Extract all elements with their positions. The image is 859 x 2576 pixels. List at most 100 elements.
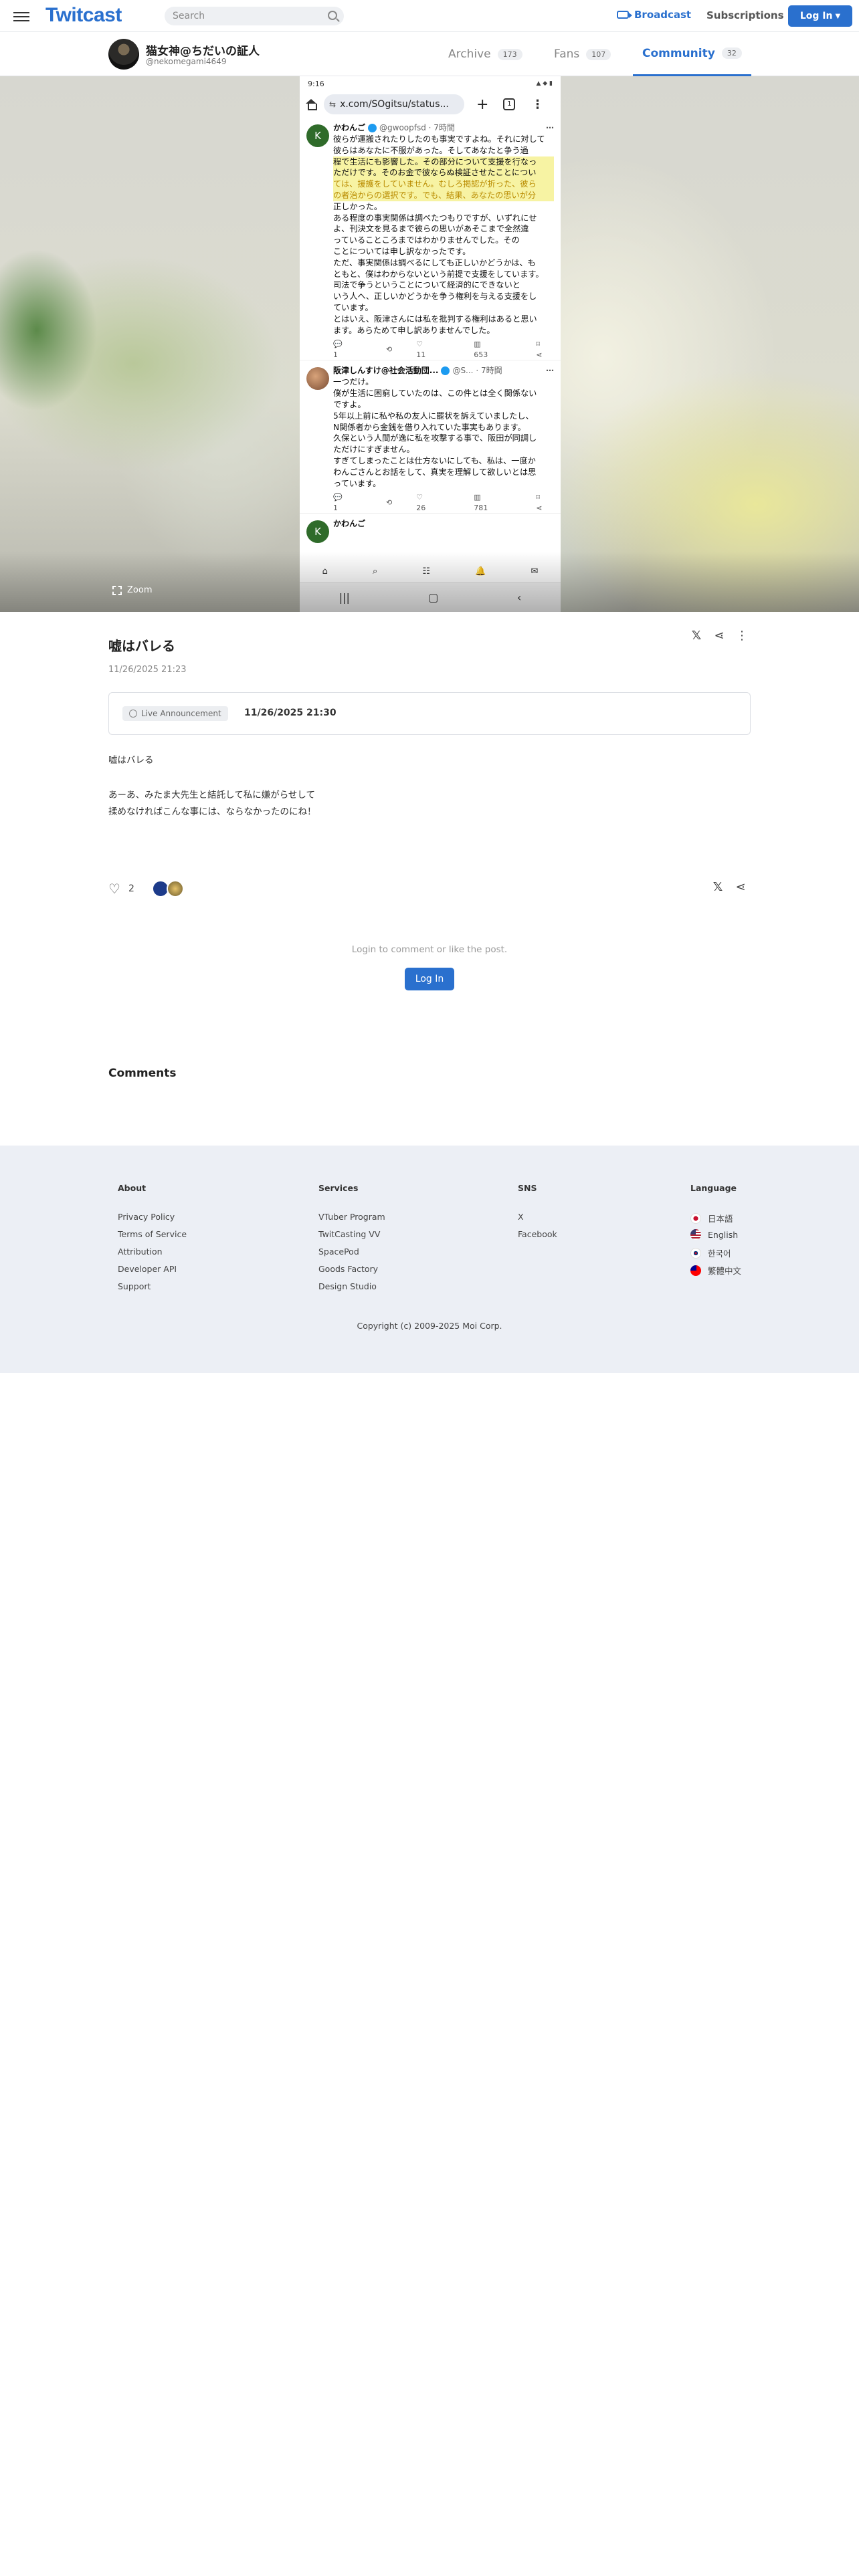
zoom-label: Zoom [127,585,153,595]
heart-icon[interactable]: ♡ [108,881,120,897]
zoom-icon [112,585,122,595]
live-datetime: 11/26/2025 21:30 [244,708,337,718]
views-icon: ▥ 653 [474,339,488,360]
twitcast-logo[interactable]: Twitcast [45,4,122,27]
x-share-icon[interactable]: 𝕏 [706,880,729,894]
menu-icon[interactable] [13,9,29,23]
footer-about: About Privacy Policy Terms of Service At… [118,1183,187,1299]
tweet-line: いう人へ、正しいかどうかを争う権利を与える支援をし [333,292,537,302]
home-icon [305,99,317,110]
comments-heading: Comments [108,1067,177,1080]
likes-row: ♡ 2 [108,880,184,897]
korea-flag-icon [690,1248,701,1259]
tab-archive-count: 173 [497,48,522,60]
footer-heading: Services [318,1183,359,1193]
footer-link[interactable]: SpacePod [318,1247,385,1257]
comment-login-button[interactable]: Log In [405,968,454,990]
x-share-icon[interactable]: 𝕏 [685,629,708,643]
tweet-author: 阪津しんすけ@社会活動団... [333,365,439,375]
tweet-line: ただ、事実関係は調べるにしても正しいかどうかは、も [333,257,536,267]
footer-link[interactable]: Goods Factory [318,1264,385,1275]
more-icon: ⋮ [531,97,544,112]
tab-community[interactable]: Community 32 [633,32,751,76]
tweet-author: かわんご [333,122,366,132]
bookmark-icon: ⌑ ⋖ [536,339,543,360]
more-menu-icon[interactable]: ⋮ [731,629,753,643]
like-count: 2 [128,883,134,894]
tweet-line: ています。 [333,302,373,312]
copyright: Copyright (c) 2009-2025 Moi Corp. [357,1321,502,1331]
live-announcement-badge: Live Announcement [122,706,228,721]
bookmark-icon: ⌑ ⋖ [536,492,543,513]
share-icon[interactable]: ⋖ [708,629,731,643]
footer-link[interactable]: VTuber Program [318,1212,385,1222]
tweet-line: ともと、僕はわからないという前提で支援をしています。 [333,269,544,279]
reply-count: 1 [333,350,338,360]
tweet-line: っていることころまではわかりませんでした。その [333,235,520,245]
footer-heading: Language [690,1183,737,1193]
views-icon: ▥ 781 [474,492,488,513]
language-option[interactable]: 한국어 [690,1247,741,1259]
channel-avatar[interactable] [108,39,139,70]
tweet-line: とはいえ、阪津さんには私を批判する権利はあると思い [333,314,537,324]
verified-icon [368,123,377,132]
footer-link[interactable]: Terms of Service [118,1229,187,1240]
liker-avatar[interactable] [166,880,184,897]
login-button[interactable]: Log In ▼ [788,5,852,27]
tweet-line: すぎてしまったことは仕方ないにしても、私は、一度か [333,455,536,465]
tweet-line: 正しかった。 [333,201,383,211]
language-option[interactable]: 日本語 [690,1212,741,1224]
tweet-header: かわんご @gwoopfsd · 7時間 ⋯ [333,122,554,134]
post-body-line: 揉めなければこんな事には、ならなかったのにね！ [108,807,316,817]
tab-fans-label: Fans [554,47,580,61]
footer-link[interactable]: Facebook [518,1229,557,1240]
top-bar: Twitcast Broadcast Subscriptions Log In▼ [0,0,859,32]
language-label: 繁體中文 [708,1266,742,1276]
footer-link[interactable]: Attribution [118,1247,187,1257]
search-box[interactable] [165,7,344,25]
tweet-avatar: K [306,124,329,147]
verified-icon [441,366,450,375]
footer-link[interactable]: Support [118,1281,187,1292]
footer-link[interactable]: TwitCasting VV [318,1229,385,1240]
tweet-line: 5年以上前に私や私の友人に罷状を訴えていましたし、 [333,411,534,421]
tweet-line: 司法で争うということについて経済的にできないと [333,280,520,290]
tweet-actions: 💬 1 ⟲ ♡ 11 ▥ 653 ⌑ ⋖ [333,340,554,360]
footer-language: Language 日本語 English 한국어 繁體中文 [690,1183,741,1281]
tweet-line: 彼らが運搬されたりしたのも事実ですよね。それに対して [333,134,545,144]
share-icon[interactable]: ⋖ [729,880,752,894]
phone-time: 9:16 [308,79,324,88]
channel-name[interactable]: 猫女神@ちだいの証人 [146,41,260,58]
footer: About Privacy Policy Terms of Service At… [0,1146,859,1373]
image-shade [0,552,859,612]
plus-icon: + [476,96,489,113]
url-field: ⇆ x.com/SOgitsu/status... [324,94,464,114]
tweet-line: 僕が生活に困窮していたのは、この件とは全く関係ない [333,389,537,399]
post-title: 嘘はバレる [108,638,175,654]
tweet-line: ですよ。 [333,399,366,409]
footer-link[interactable]: Developer API [118,1264,187,1275]
taiwan-flag-icon [690,1265,701,1276]
tabs-icon: 1 [503,98,516,110]
language-option[interactable]: English [690,1229,741,1240]
footer-link[interactable]: X [518,1212,557,1222]
clock-icon [129,710,137,718]
footer-link[interactable]: Privacy Policy [118,1212,187,1222]
tweet-line: N関係者から金銭を借り入れていた事実もあります。 [333,422,526,432]
tweet-line: 程で生活にも影響した。その部分について支援を行なっ [333,156,554,168]
search-input[interactable] [165,7,318,25]
language-option[interactable]: 繁體中文 [690,1264,742,1276]
post-image[interactable]: 9:16 ▲ ◆ ▮ ⇆ x.com/SOgitsu/status... + 1 … [0,76,859,612]
zoom-button[interactable]: Zoom [112,585,152,595]
broadcast-button[interactable]: Broadcast [617,9,691,21]
footer-link[interactable]: Design Studio [318,1281,385,1292]
like-icon: ♡ 11 [416,339,426,360]
search-icon[interactable] [328,11,337,20]
tab-community-count: 32 [721,47,742,59]
subscriptions-link[interactable]: Subscriptions [706,9,784,21]
tab-archive-label: Archive [448,47,491,61]
tab-fans[interactable]: Fans 107 [554,32,611,76]
share-row: 𝕏 ⋖ [706,880,752,894]
tab-community-label: Community [642,46,715,60]
tab-archive[interactable]: Archive 173 [448,32,522,76]
